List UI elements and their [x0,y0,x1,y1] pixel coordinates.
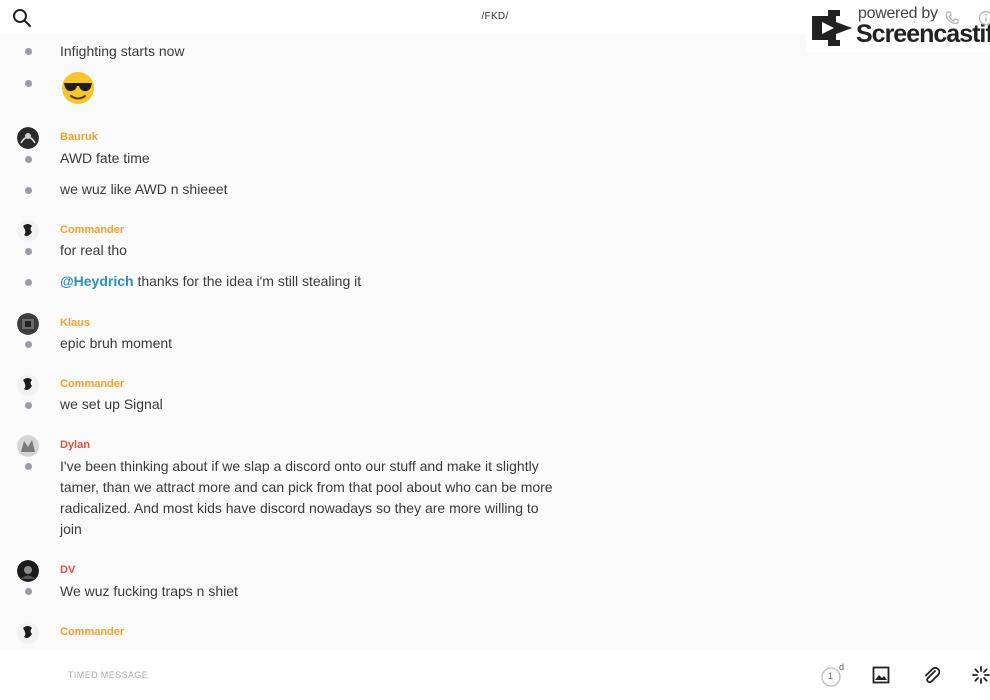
avatar[interactable] [17,127,39,149]
timer-button[interactable]: 1 d [820,662,848,688]
message-text: We wuz fucking traps n shiet [60,583,238,599]
message-text: I've been thinking about if we slap a di… [60,458,553,537]
message-bullet [25,187,32,194]
timer-unit: d [839,662,845,672]
sender-name[interactable]: Commander [60,378,124,390]
sender-name[interactable]: Commander [60,626,124,638]
message-text: @Heydrich thanks for the idea i'm still … [60,271,361,292]
sender-name[interactable]: Klaus [60,317,90,329]
sender-name[interactable]: Commander [60,224,124,236]
message-text-rest: thanks for the idea i'm still stealing i… [133,273,362,289]
message-text: we wuz like AWD n shieeet [60,181,228,197]
message-bullet [25,463,32,470]
timed-message-input[interactable]: TIMED MESSAGE [68,670,148,680]
message-bullet [25,156,32,163]
sender-name-text: Commander [60,224,125,236]
message-bullet [25,341,32,348]
sender-name-text: DV [60,564,76,576]
paperclip-icon[interactable] [922,665,940,685]
message-text: epic bruh moment [60,335,173,351]
sender-name[interactable]: Bauruk [60,131,98,143]
message-bullet [25,402,32,409]
avatar[interactable] [17,313,39,335]
message-list: Infighting starts now Bauruk AWD fate ti… [0,34,990,650]
user-mention[interactable]: @Heydrich [60,273,134,289]
burst-icon[interactable] [972,666,990,684]
message-bullet [25,80,32,87]
sunglasses-emoji-icon [62,72,94,104]
sender-name[interactable]: Dylan [60,439,90,451]
message-bullet [25,588,32,595]
avatar[interactable] [17,220,39,242]
message-bullet [25,248,32,255]
sender-name-text: Commander [60,378,125,390]
message-text: Infighting starts now [60,43,185,59]
info-icon[interactable] [978,10,990,26]
sender-name-text: Bauruk [60,131,98,143]
sender-name-text: Klaus [60,317,90,329]
sender-name[interactable]: DV [60,564,75,576]
avatar[interactable] [17,622,39,644]
message-bullet [25,279,32,286]
message-bullet [25,48,32,55]
avatar[interactable] [17,560,39,582]
timer-value: 1 [828,671,834,681]
message-text: we set up Signal [60,396,163,412]
message-text: AWD fate time [60,150,150,166]
message-text: for real tho [60,242,127,258]
avatar[interactable] [17,374,39,396]
composer-bar: TIMED MESSAGE 1 d [0,650,990,700]
sender-name-text: Dylan [60,439,90,451]
image-icon[interactable] [872,666,890,684]
avatar[interactable] [17,435,39,457]
sender-name-text: Commander [60,626,125,638]
phone-icon[interactable] [944,10,960,26]
